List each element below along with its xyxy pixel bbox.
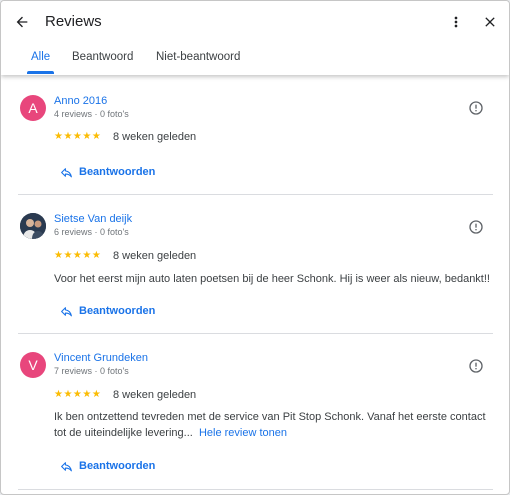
star-rating: ★★★★★ xyxy=(54,250,102,261)
avatar[interactable]: A xyxy=(20,95,46,121)
review-date: 8 weken geleden xyxy=(113,389,197,401)
reply-icon xyxy=(61,461,72,471)
reviewer-name[interactable]: Sietse Van deijk xyxy=(54,213,132,225)
report-icon xyxy=(469,101,483,115)
report-icon xyxy=(469,220,483,234)
review-text: Ik ben ontzettend tevreden met de servic… xyxy=(54,409,494,441)
avatar-letter: V xyxy=(28,357,38,373)
tab-alle[interactable]: Alle xyxy=(31,51,50,72)
reply-button[interactable]: Beantwoorden xyxy=(60,457,155,475)
reviewer-meta: 7 reviews · 0 foto's xyxy=(54,366,129,376)
active-tab-indicator xyxy=(27,71,54,74)
divider xyxy=(18,489,493,490)
report-button[interactable] xyxy=(467,357,485,375)
avatar[interactable] xyxy=(20,213,46,239)
divider xyxy=(18,194,493,195)
reviewer-name[interactable]: Anno 2016 xyxy=(54,95,107,107)
reviewer-meta: 4 reviews · 0 foto's xyxy=(54,109,129,119)
avatar-photo-icon xyxy=(20,213,46,239)
report-icon xyxy=(469,359,483,373)
close-icon xyxy=(485,17,495,27)
reply-label: Beantwoorden xyxy=(79,460,156,472)
review-item: Sietse Van deijk 6 reviews · 0 foto's ★★… xyxy=(1,212,509,332)
reply-icon xyxy=(61,167,72,177)
page-title: Reviews xyxy=(45,13,102,30)
show-full-review-link[interactable]: Hele review tonen xyxy=(199,427,287,439)
close-button[interactable] xyxy=(476,8,504,36)
avatar-letter: A xyxy=(28,100,38,116)
tab-bar: Alle Beantwoord Niet-beantwoord xyxy=(1,45,509,75)
header: Reviews Alle Beantwoord Niet-beantwoord xyxy=(1,1,509,75)
review-date: 8 weken geleden xyxy=(113,250,197,262)
reviewer-meta: 6 reviews · 0 foto's xyxy=(54,227,129,237)
arrow-back-icon xyxy=(16,16,28,28)
reply-label: Beantwoorden xyxy=(79,305,156,317)
review-date: 8 weken geleden xyxy=(113,131,197,143)
reply-button[interactable]: Beantwoorden xyxy=(60,163,155,181)
reply-button[interactable]: Beantwoorden xyxy=(60,302,155,320)
star-rating: ★★★★★ xyxy=(54,389,102,400)
review-text: Voor het eerst mijn auto laten poetsen b… xyxy=(54,273,490,285)
review-item: A Anno 2016 4 reviews · 0 foto's ★★★★★ 8… xyxy=(1,93,509,195)
reply-label: Beantwoorden xyxy=(79,166,156,178)
avatar[interactable]: V xyxy=(20,352,46,378)
tab-niet-beantwoord[interactable]: Niet-beantwoord xyxy=(156,51,240,72)
reply-icon xyxy=(61,306,72,316)
tab-beantwoord[interactable]: Beantwoord xyxy=(72,51,133,72)
divider xyxy=(18,333,493,334)
back-button[interactable] xyxy=(8,8,36,36)
report-button[interactable] xyxy=(467,99,485,117)
star-rating: ★★★★★ xyxy=(54,131,102,142)
more-options-button[interactable] xyxy=(442,8,470,36)
report-button[interactable] xyxy=(467,218,485,236)
reviews-panel: Reviews Alle Beantwoord Niet-beantwoord … xyxy=(0,0,510,495)
reviewer-name[interactable]: Vincent Grundeken xyxy=(54,352,148,364)
review-item: V Vincent Grundeken 7 reviews · 0 foto's… xyxy=(1,351,509,491)
more-vert-icon xyxy=(454,16,458,28)
